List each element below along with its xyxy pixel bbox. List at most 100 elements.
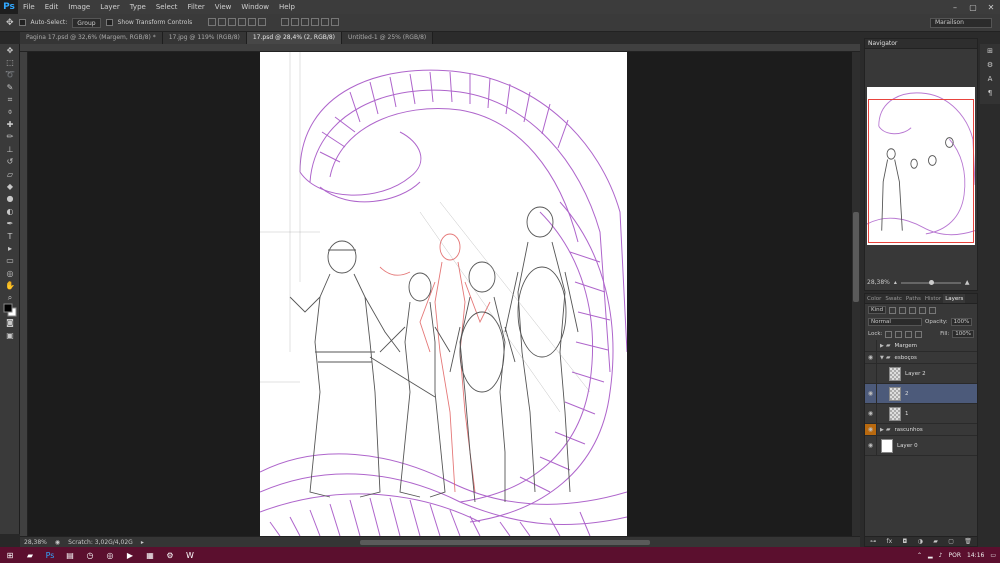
show-transform-checkbox[interactable] (105, 19, 113, 26)
filter-kind-dropdown[interactable]: Kind (868, 306, 887, 314)
hand-tool-icon[interactable]: ✋ (0, 279, 20, 291)
lock-position-icon[interactable] (905, 330, 913, 338)
settings-icon[interactable]: ⚙ (160, 547, 180, 563)
quick-mask-icon[interactable]: ◙ (0, 317, 20, 329)
distribute-top-icon[interactable] (281, 17, 290, 26)
distribute-hcenter-icon[interactable] (321, 17, 330, 26)
visibility-empty[interactable] (865, 340, 877, 351)
tray-arrow-icon[interactable]: ⌃ (917, 552, 922, 559)
notifications-icon[interactable]: ▭ (990, 552, 996, 559)
eye-icon[interactable]: ◉ (865, 436, 877, 455)
eraser-tool-icon[interactable]: ▱ (0, 168, 20, 180)
menu-select[interactable]: Select (151, 0, 183, 14)
color-swatches-icon[interactable] (0, 303, 20, 317)
menu-layer[interactable]: Layer (95, 0, 125, 14)
navigator-preview[interactable] (866, 87, 976, 245)
move-tool-icon[interactable]: ✥ (6, 18, 14, 28)
status-zoom[interactable]: 28,38% (24, 539, 47, 546)
file-explorer-icon[interactable]: ▰ (20, 547, 40, 563)
visibility-empty[interactable] (865, 364, 877, 383)
new-group-icon[interactable]: ▰ (933, 538, 938, 545)
tab-swatches[interactable]: Swatc (883, 294, 904, 303)
distribute-bottom-icon[interactable] (301, 17, 310, 26)
navigator-view-box[interactable] (868, 99, 974, 243)
media-player-icon[interactable]: ▶ (120, 547, 140, 563)
tab-layers[interactable]: Layers (943, 294, 966, 303)
word-icon[interactable]: W (180, 547, 200, 563)
crop-tool-icon[interactable]: ⌗ (0, 94, 20, 106)
menu-type[interactable]: Type (125, 0, 151, 14)
quick-select-tool-icon[interactable]: ✎ (0, 81, 20, 93)
layer-row[interactable]: ▶ ▰ Margem (865, 340, 977, 352)
tab-paths[interactable]: Paths (904, 294, 923, 303)
3d-tool-icon[interactable]: ◎ (0, 267, 20, 279)
filter-type-icon[interactable] (909, 306, 917, 314)
navigator-zoom-knob[interactable] (928, 279, 934, 285)
vertical-scroll-thumb[interactable] (853, 212, 859, 302)
opacity-field[interactable]: 100% (950, 318, 973, 326)
distribute-right-icon[interactable] (331, 17, 340, 26)
align-bottom-icon[interactable] (228, 17, 237, 26)
path-select-tool-icon[interactable]: ▸ (0, 242, 20, 254)
dodge-tool-icon[interactable]: ◐ (0, 205, 20, 217)
keyboard-language[interactable]: POR (949, 552, 962, 559)
layer-row[interactable]: ◉ Layer 0 (865, 436, 977, 456)
mask-icon[interactable]: ◘ (903, 538, 908, 545)
tab-untitled-1[interactable]: Untitled-1 @ 25% (RGB/8) (342, 32, 434, 44)
zoom-in-icon[interactable]: ▲ (965, 279, 970, 286)
paint-bucket-tool-icon[interactable]: ◆ (0, 180, 20, 192)
menu-image[interactable]: Image (63, 0, 95, 14)
adjust-panel-icon[interactable]: ⚙ (980, 58, 1000, 72)
menu-window[interactable]: Window (236, 0, 274, 14)
expand-arrow-icon[interactable]: ▶ (880, 343, 884, 349)
link-layers-icon[interactable]: ⊶ (870, 538, 876, 545)
lock-pixels-icon[interactable] (895, 330, 903, 338)
eye-icon[interactable]: ◉ (865, 352, 877, 363)
filter-pixel-icon[interactable] (889, 306, 897, 314)
shape-tool-icon[interactable]: ▭ (0, 255, 20, 267)
close-icon[interactable]: ✕ (982, 0, 1000, 14)
workspace-dropdown[interactable]: Marailson (930, 18, 992, 28)
auto-select-checkbox[interactable] (18, 19, 26, 26)
menu-filter[interactable]: Filter (182, 0, 209, 14)
distribute-vcenter-icon[interactable] (291, 17, 300, 26)
maximize-icon[interactable]: ▢ (964, 0, 982, 14)
eyedropper-tool-icon[interactable]: ⌽ (0, 106, 20, 118)
menu-view[interactable]: View (210, 0, 237, 14)
lock-all-icon[interactable] (915, 330, 923, 338)
canvas-area[interactable] (28, 52, 858, 536)
calculator-icon[interactable]: ▦ (140, 547, 160, 563)
tab-history[interactable]: Histor (923, 294, 943, 303)
align-hcenter-icon[interactable] (248, 17, 257, 26)
collapse-arrow-icon[interactable]: ▼ (880, 355, 884, 361)
filter-shape-icon[interactable] (919, 306, 927, 314)
distribute-left-icon[interactable] (311, 17, 320, 26)
menu-edit[interactable]: Edit (40, 0, 64, 14)
eye-icon[interactable]: ◉ (865, 424, 877, 435)
align-right-icon[interactable] (258, 17, 267, 26)
align-vcenter-icon[interactable] (218, 17, 227, 26)
volume-icon[interactable]: ♪ (939, 552, 943, 559)
brush-tool-icon[interactable]: ✏ (0, 131, 20, 143)
navigator-title[interactable]: Navigator (865, 39, 977, 49)
paragraph-panel-icon[interactable]: ¶ (980, 86, 1000, 100)
clock-time[interactable]: 14:16 (967, 552, 984, 559)
zoom-out-icon[interactable]: ▴ (894, 279, 897, 286)
layer-row[interactable]: ◉ ▼ ▰ esboços (865, 352, 977, 364)
align-top-icon[interactable] (208, 17, 217, 26)
fx-icon[interactable]: fx (887, 538, 893, 545)
network-icon[interactable]: ▂ (928, 552, 933, 559)
layer-row[interactable]: ◉ 1 (865, 404, 977, 424)
history-brush-tool-icon[interactable]: ↺ (0, 156, 20, 168)
lock-transparent-icon[interactable] (885, 330, 893, 338)
screen-mode-icon[interactable]: ▣ (0, 329, 20, 341)
document-canvas[interactable] (260, 52, 627, 536)
navigator-zoom-value[interactable]: 28,38% (867, 279, 890, 286)
layer-row-selected[interactable]: ◉ 2 (865, 384, 977, 404)
new-layer-icon[interactable]: ▢ (948, 538, 954, 545)
layer-row[interactable]: ◉ ▶ ▰ rascunhos (865, 424, 977, 436)
tab-pagina-17[interactable]: Pagina 17.psd @ 32,6% (Margem, RGB/8) * (20, 32, 163, 44)
pen-tool-icon[interactable]: ✒ (0, 217, 20, 229)
chrome-icon[interactable]: ◎ (100, 547, 120, 563)
navigator-zoom-slider[interactable] (900, 279, 961, 285)
